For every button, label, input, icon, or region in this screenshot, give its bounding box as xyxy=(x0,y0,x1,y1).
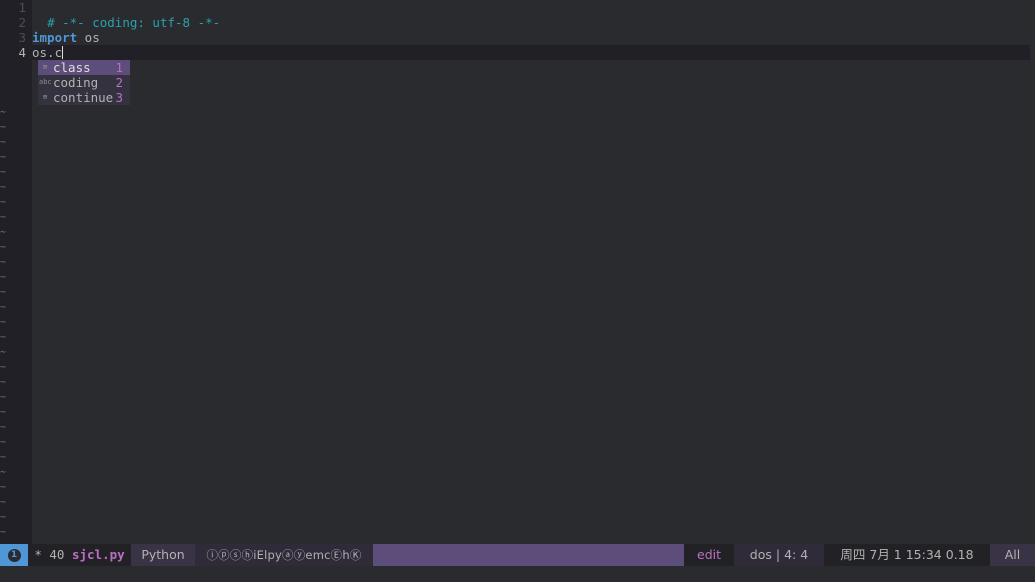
window-number-badge: 1 xyxy=(7,549,21,562)
text-icon: abc xyxy=(39,78,52,86)
modeline: 1 * 40 sjcl.py Python ⓘⓟⓢⓗiElpyⓐⓨemcⒺhⓀ … xyxy=(0,544,1035,566)
completion-item[interactable]: ⊞ class 1 xyxy=(38,60,130,75)
tilde-marker: ~ xyxy=(0,437,7,448)
tilde-marker: ~ xyxy=(0,182,7,193)
tilde-marker: ~ xyxy=(0,332,7,343)
coding-comment: # -*- coding: utf-8 -*- xyxy=(47,15,221,30)
class-icon: ⊞ xyxy=(42,93,48,101)
minor-modes-segment[interactable]: ⓘⓟⓢⓗiElpyⓐⓨemcⒺhⓀ xyxy=(195,544,373,566)
tilde-marker: ~ xyxy=(0,347,7,358)
datetime: 周四 7月 1 15:34 xyxy=(840,547,942,562)
import-module: os xyxy=(77,30,100,45)
completion-label: continue xyxy=(53,90,114,105)
completion-label: coding xyxy=(53,75,99,90)
line-number: 1 xyxy=(18,0,26,15)
cursor-position: 4: 4 xyxy=(784,547,809,562)
line-number-gutter xyxy=(6,0,32,544)
code-line-1[interactable]: # -*- coding: utf-8 -*- xyxy=(32,0,220,30)
tilde-marker: ~ xyxy=(0,497,7,508)
tilde-marker: ~ xyxy=(0,122,7,133)
tilde-marker: ~ xyxy=(0,317,7,328)
separator: | xyxy=(775,547,781,562)
tilde-marker: ~ xyxy=(0,227,7,238)
tilde-marker: ~ xyxy=(0,197,7,208)
tilde-marker: ~ xyxy=(0,527,7,538)
tilde-marker: ~ xyxy=(0,377,7,388)
major-mode-segment[interactable]: Python xyxy=(131,544,195,566)
completion-item[interactable]: abc coding 2 xyxy=(38,75,130,90)
tilde-marker: ~ xyxy=(0,392,7,403)
code-line-4[interactable]: os.c xyxy=(32,45,64,60)
tilde-marker: ~ xyxy=(0,257,7,268)
buffer-size: 40 xyxy=(49,547,65,562)
completion-popup[interactable]: ⊞ class 1 abc coding 2 ⊞ continue 3 xyxy=(38,60,130,105)
tilde-marker: ~ xyxy=(0,107,7,118)
completion-label: class xyxy=(53,60,91,75)
current-line-highlight xyxy=(32,45,1030,60)
tilde-marker: ~ xyxy=(0,362,7,373)
modified-indicator: * xyxy=(34,547,42,562)
editing-state: edit xyxy=(684,544,734,566)
tilde-marker: ~ xyxy=(0,287,7,298)
eol-type: dos xyxy=(749,547,772,562)
tilde-marker: ~ xyxy=(0,512,7,523)
scroll-position: All xyxy=(990,544,1035,566)
window-number-segment[interactable]: 1 xyxy=(0,544,28,566)
code-line-3[interactable]: import os xyxy=(32,30,100,45)
text-cursor xyxy=(62,46,64,59)
buffer-name[interactable]: sjcl.py xyxy=(72,547,125,562)
tilde-marker: ~ xyxy=(0,272,7,283)
datetime-segment: 周四 7月 1 15:34 0.18 xyxy=(824,544,990,566)
tilde-marker: ~ xyxy=(0,212,7,223)
class-icon: ⊞ xyxy=(42,63,48,71)
buffer-info-segment: * 40 sjcl.py xyxy=(28,544,131,566)
line-number: 2 xyxy=(18,15,26,30)
tilde-marker: ~ xyxy=(0,452,7,463)
completion-number: 1 xyxy=(115,60,123,75)
echo-area[interactable] xyxy=(0,566,1035,582)
line-number: 3 xyxy=(18,30,26,45)
current-code-text: os.c xyxy=(32,45,63,60)
system-load: 0.18 xyxy=(945,547,974,562)
tilde-marker: ~ xyxy=(0,407,7,418)
tilde-marker: ~ xyxy=(0,152,7,163)
tilde-marker: ~ xyxy=(0,302,7,313)
tilde-marker: ~ xyxy=(0,467,7,478)
tilde-marker: ~ xyxy=(0,242,7,253)
import-keyword: import xyxy=(32,30,78,45)
eol-and-position: dos | 4: 4 xyxy=(734,544,824,566)
completion-item[interactable]: ⊞ continue 3 xyxy=(38,90,130,105)
tilde-marker: ~ xyxy=(0,167,7,178)
tilde-marker: ~ xyxy=(0,137,7,148)
line-number-current: 4 xyxy=(18,45,26,60)
tilde-marker: ~ xyxy=(0,422,7,433)
tilde-marker: ~ xyxy=(0,482,7,493)
completion-number: 3 xyxy=(115,90,123,105)
completion-number: 2 xyxy=(115,75,123,90)
